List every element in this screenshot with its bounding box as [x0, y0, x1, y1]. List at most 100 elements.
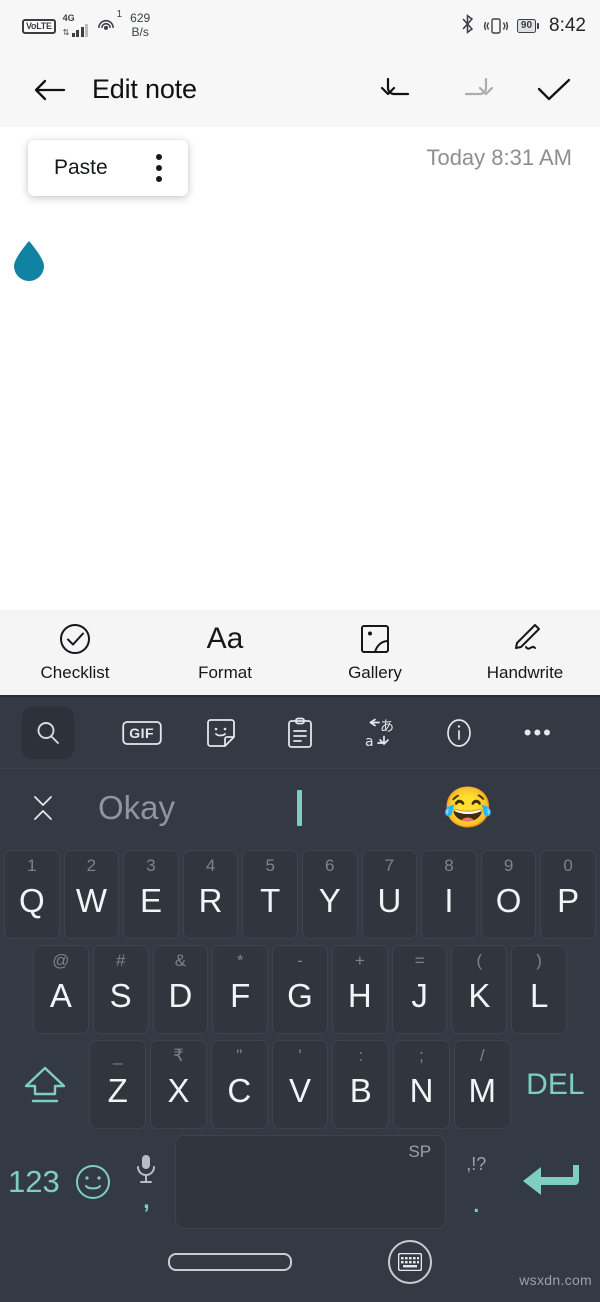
more-dots-label: ••• — [523, 719, 553, 745]
key-label: T — [260, 882, 281, 919]
vibrate-icon — [483, 16, 509, 36]
toolbar-item-checklist[interactable]: Checklist — [0, 622, 150, 683]
battery-level: 90 — [516, 19, 537, 33]
suggestion-emoji[interactable]: 😂 — [443, 788, 493, 828]
search-icon[interactable] — [22, 706, 74, 759]
microphone-icon[interactable]: , — [122, 1135, 172, 1229]
toolbar-item-gallery[interactable]: Gallery — [300, 622, 450, 683]
redo-icon[interactable] — [458, 72, 494, 108]
note-format-toolbar: Checklist Aa Format Gallery Handwrite — [0, 610, 600, 697]
key-label: D — [168, 977, 193, 1014]
key-sup: - — [297, 951, 303, 970]
key-sup: ( — [476, 951, 483, 970]
emoji-smiley-icon[interactable] — [68, 1135, 118, 1229]
key-sup: 3 — [146, 856, 156, 875]
key-sup: = — [414, 951, 425, 970]
key-u[interactable]: 7U — [361, 850, 418, 939]
sticker-icon[interactable] — [181, 707, 260, 759]
key-label: K — [468, 977, 491, 1014]
period-label: . — [472, 1185, 481, 1219]
period-key[interactable]: ,!? . — [450, 1135, 502, 1229]
key-sup: 6 — [325, 856, 335, 875]
home-pill-indicator[interactable] — [168, 1253, 292, 1271]
key-e[interactable]: 3E — [123, 850, 179, 939]
key-i[interactable]: 8I — [421, 850, 477, 939]
key-y[interactable]: 6Y — [301, 850, 358, 939]
key-c[interactable]: " C — [210, 1040, 268, 1129]
key-l[interactable]: ) L — [511, 945, 568, 1034]
toolbar-item-handwrite[interactable]: Handwrite — [450, 622, 600, 683]
key-label: O — [495, 882, 522, 919]
suggestion-strip: Okay 😂 — [0, 769, 600, 847]
key-label: B — [349, 1072, 372, 1109]
gif-icon[interactable]: GIF — [102, 707, 181, 759]
enter-return-icon[interactable] — [506, 1135, 596, 1229]
network-speed: 629 B/s — [130, 11, 150, 40]
signal-bars-icon: 4G ⇅ — [63, 14, 89, 37]
key-sup: 9 — [503, 856, 514, 875]
key-sup: ; — [419, 1046, 424, 1065]
key-o[interactable]: 9O — [480, 850, 537, 939]
app-bar: Edit note — [0, 52, 600, 127]
key-a[interactable]: @ A — [33, 945, 89, 1034]
text-cursor-handle[interactable] — [12, 239, 46, 283]
key-h[interactable]: + H — [331, 945, 388, 1034]
battery-tip — [537, 23, 540, 29]
key-sup: 0 — [563, 856, 573, 875]
key-m[interactable]: / M — [453, 1040, 511, 1129]
check-circle-icon — [58, 622, 92, 656]
key-label: A — [49, 977, 72, 1014]
toolbar-item-format[interactable]: Aa Format — [150, 622, 300, 683]
key-k[interactable]: (K — [451, 945, 508, 1034]
key-v[interactable]: ' V — [271, 1040, 329, 1129]
space-key[interactable]: SP — [175, 1135, 447, 1229]
paste-button[interactable]: Paste — [54, 156, 108, 180]
paste-popup[interactable]: Paste — [28, 140, 188, 196]
suggestion-word[interactable]: Okay — [98, 789, 175, 827]
back-arrow-icon[interactable] — [30, 70, 70, 110]
key-label: I — [444, 882, 454, 919]
key-sup: @ — [52, 951, 70, 970]
delete-key[interactable]: DEL — [515, 1040, 596, 1129]
undo-icon[interactable] — [380, 72, 416, 108]
info-icon[interactable] — [419, 707, 498, 759]
key-f[interactable]: * F — [212, 945, 269, 1034]
gif-label: GIF — [129, 724, 155, 741]
key-w[interactable]: 2W — [63, 850, 120, 939]
toolbar-label-handwrite: Handwrite — [486, 663, 564, 682]
key-sup: * — [236, 951, 244, 970]
svg-text:あ: あ — [380, 719, 394, 735]
key-r[interactable]: 4R — [182, 850, 239, 939]
collapse-chevrons-icon[interactable] — [26, 793, 60, 823]
key-n[interactable]: ; N — [393, 1040, 450, 1129]
toolbar-label-checklist: Checklist — [40, 663, 110, 682]
key-j[interactable]: = J — [391, 945, 448, 1034]
note-editor-area[interactable]: ory Today 8:31 AM Paste — [0, 127, 600, 610]
clipboard-icon[interactable] — [261, 707, 340, 759]
numbers-key[interactable]: 123 — [4, 1135, 64, 1229]
translate-icon[interactable]: あ a — [340, 707, 419, 759]
key-sup: _ — [113, 1046, 123, 1065]
shift-up-arrow-icon[interactable] — [4, 1040, 85, 1129]
keyboard-row-qwerty: 1Q 2W 3E 4R 5T 6Y 7U 8I 9O 0P — [2, 847, 598, 942]
key-s[interactable]: # S — [92, 945, 149, 1034]
mic-comma-label: , — [143, 1186, 150, 1213]
key-label: U — [377, 882, 402, 919]
key-q[interactable]: 1Q — [4, 850, 60, 939]
key-p[interactable]: 0P — [540, 850, 596, 939]
kebab-menu-icon[interactable] — [152, 150, 166, 186]
hide-keyboard-icon[interactable] — [388, 1240, 432, 1284]
key-x[interactable]: ₹ X — [150, 1040, 207, 1129]
key-t[interactable]: 5T — [242, 850, 298, 939]
keyboard-row-bottom: 123 , SP ,!? . — [2, 1132, 598, 1232]
key-z[interactable]: _ Z — [89, 1040, 147, 1129]
key-sup: ) — [536, 951, 542, 970]
checkmark-icon[interactable] — [536, 72, 572, 108]
key-g[interactable]: -G — [272, 945, 328, 1034]
key-sup: / — [479, 1046, 485, 1065]
on-screen-keyboard: GIF あ a ••• Okay 😂 1 Q 2 W 3 E 4 R 5 T 6… — [0, 697, 600, 1302]
key-b[interactable]: :B — [332, 1040, 390, 1129]
gallery-image-icon — [360, 622, 390, 656]
more-options-icon[interactable]: ••• — [499, 707, 578, 759]
key-d[interactable]: & D — [152, 945, 209, 1034]
